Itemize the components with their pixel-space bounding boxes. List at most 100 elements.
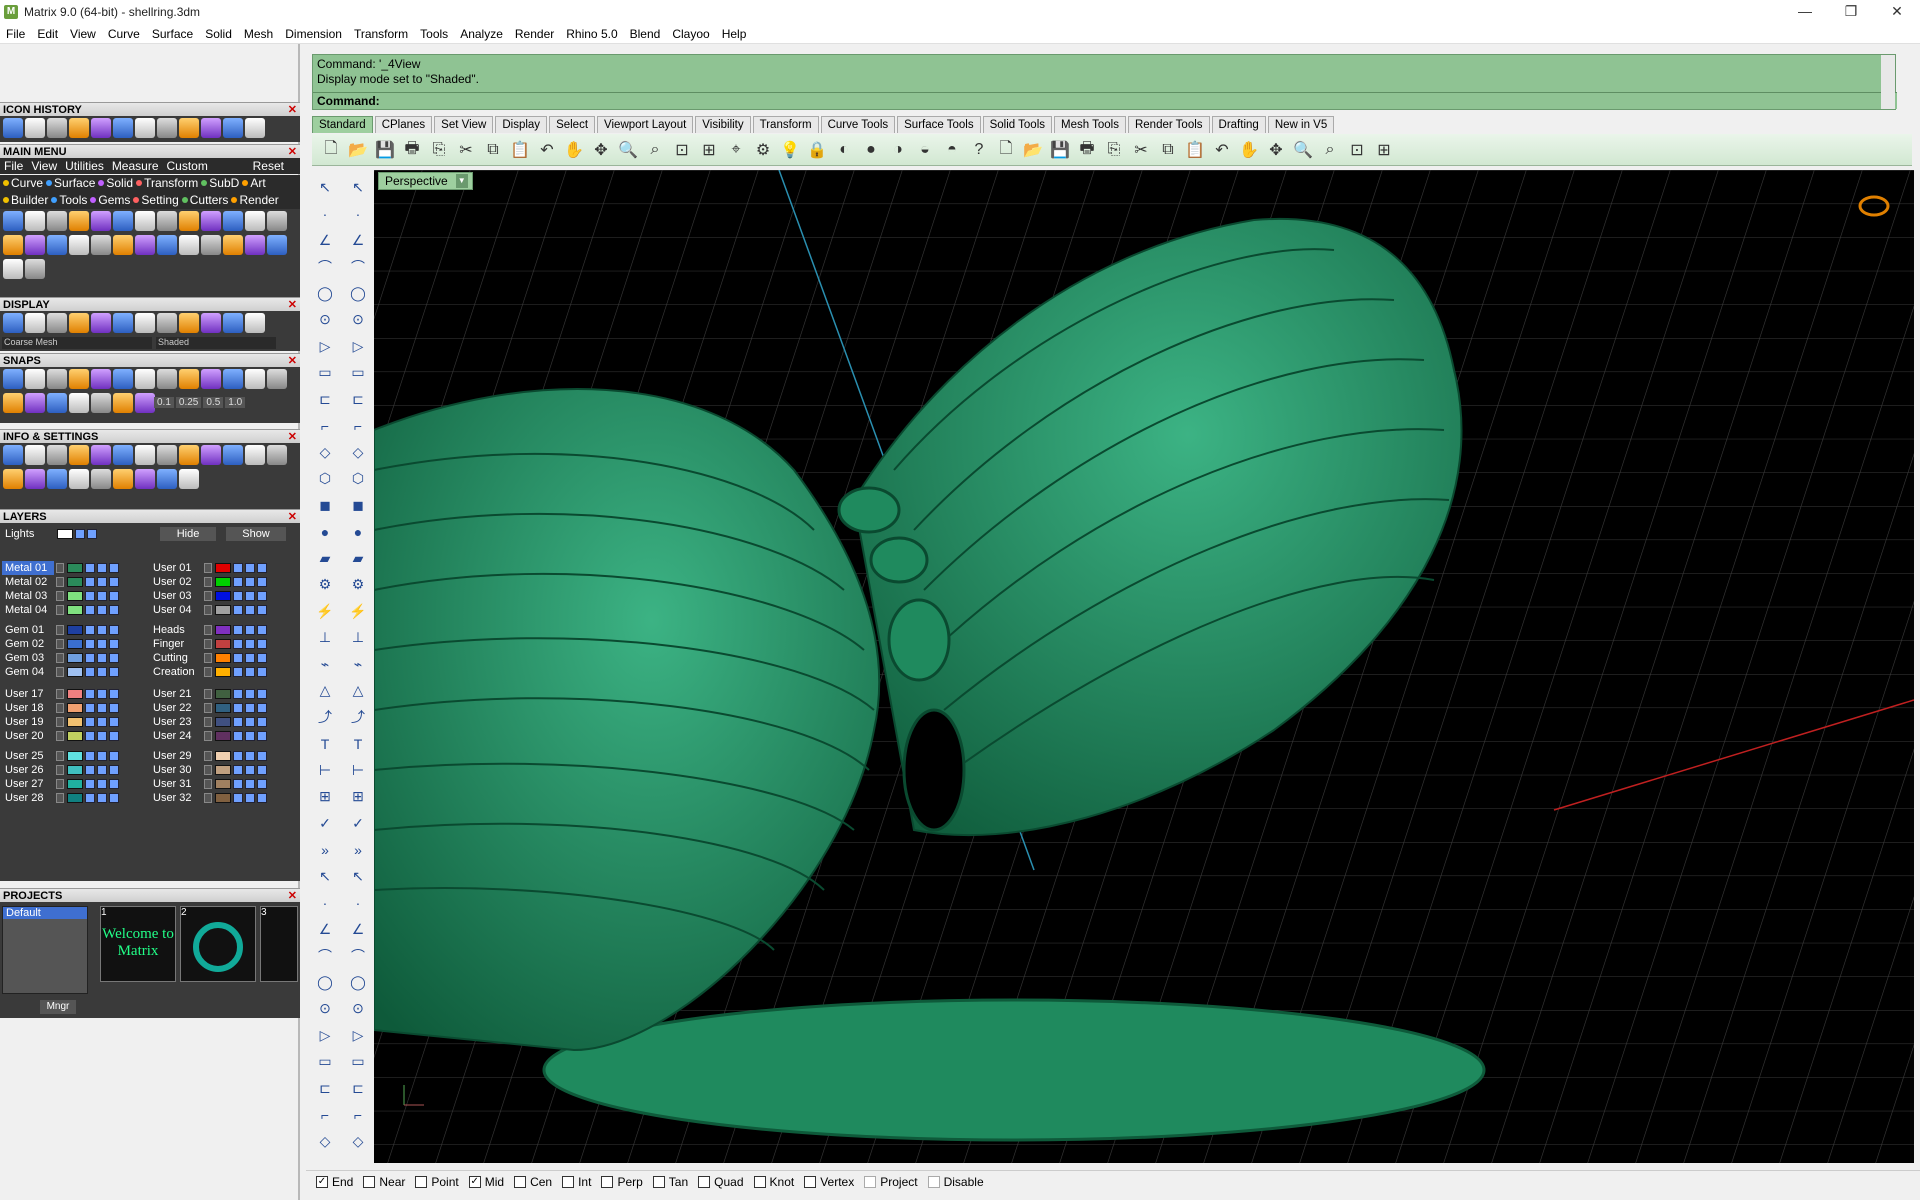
- display-tool-icon[interactable]: [179, 313, 199, 333]
- lock-icon[interactable]: [233, 577, 243, 587]
- close-icon[interactable]: ✕: [288, 430, 297, 444]
- side-tool-icon[interactable]: ⌁: [347, 653, 369, 675]
- layer-name[interactable]: User 17: [2, 687, 54, 701]
- layer-color-swatch[interactable]: [215, 639, 231, 649]
- environment-icon[interactable]: ◒: [914, 139, 936, 161]
- layer-color-swatch[interactable]: [215, 751, 231, 761]
- checkbox[interactable]: [698, 1175, 711, 1188]
- project-default-item[interactable]: Default: [3, 907, 87, 919]
- new-file-icon[interactable]: 🗋: [320, 139, 342, 161]
- visibility-icon[interactable]: [245, 591, 255, 601]
- layer-name[interactable]: Gem 04: [2, 665, 54, 679]
- category-item[interactable]: Art: [250, 176, 265, 190]
- layer-row[interactable]: User 03: [150, 589, 267, 603]
- osnap-mid[interactable]: ✓ Mid: [468, 1175, 504, 1189]
- snap-tool-icon[interactable]: [223, 369, 243, 389]
- menu-tool-icon[interactable]: [3, 259, 23, 279]
- side-tool-icon[interactable]: ⌒: [347, 256, 369, 278]
- reset-button[interactable]: Reset: [253, 158, 284, 174]
- project-list[interactable]: Default: [2, 906, 88, 994]
- settings-tool-icon[interactable]: [179, 445, 199, 465]
- settings-tool-icon[interactable]: [179, 469, 199, 489]
- menu-tool-icon[interactable]: [245, 235, 265, 255]
- display-tool-icon[interactable]: [223, 313, 243, 333]
- main-menu-tab[interactable]: View: [31, 159, 57, 173]
- current-layer-icon[interactable]: [109, 751, 119, 761]
- current-layer-icon[interactable]: [109, 639, 119, 649]
- side-tool-icon[interactable]: ◇: [347, 441, 369, 463]
- lock-icon[interactable]: [85, 793, 95, 803]
- current-layer-icon[interactable]: [257, 563, 267, 573]
- command-prompt[interactable]: Command:: [313, 92, 1897, 109]
- snap-value-button[interactable]: 0.5: [203, 397, 224, 408]
- menu-tool-icon[interactable]: [179, 235, 199, 255]
- layer-color-swatch[interactable]: [215, 577, 231, 587]
- expand-arrow-icon[interactable]: [56, 591, 64, 601]
- chevron-down-icon[interactable]: ▼: [455, 174, 468, 188]
- settings-tool-icon[interactable]: [157, 469, 177, 489]
- osnap-vertex[interactable]: Vertex: [804, 1175, 854, 1189]
- menu-item[interactable]: Dimension: [279, 27, 348, 41]
- menu-item[interactable]: Edit: [31, 27, 64, 41]
- paste-icon[interactable]: ⧉: [1157, 139, 1179, 161]
- layer-row[interactable]: User 02: [150, 575, 267, 589]
- toolbar-tab[interactable]: Set View: [434, 115, 494, 133]
- history-tool-icon[interactable]: [47, 118, 67, 138]
- current-layer-icon[interactable]: [109, 625, 119, 635]
- layer-name[interactable]: Gem 01: [2, 623, 54, 637]
- side-tool-icon[interactable]: ⊏: [347, 1077, 369, 1099]
- snap-tool-icon[interactable]: [157, 369, 177, 389]
- layer-row[interactable]: User 22: [150, 701, 267, 715]
- layer-color-swatch[interactable]: [67, 667, 83, 677]
- project-thumbnail-1[interactable]: 1 Welcome to Matrix: [100, 906, 176, 982]
- expand-arrow-icon[interactable]: [204, 731, 212, 741]
- layer-row[interactable]: User 04: [150, 603, 267, 617]
- display-tool-icon[interactable]: [69, 313, 89, 333]
- move-icon[interactable]: ✥: [1265, 139, 1287, 161]
- open-file-icon[interactable]: 📂: [347, 139, 369, 161]
- layer-name[interactable]: User 18: [2, 701, 54, 715]
- lock-icon[interactable]: [85, 703, 95, 713]
- close-icon[interactable]: ✕: [288, 510, 297, 524]
- current-layer-icon[interactable]: [257, 779, 267, 789]
- snap-tool-icon[interactable]: [3, 393, 23, 413]
- print-icon[interactable]: 🖶: [1076, 139, 1098, 161]
- menu-tool-icon[interactable]: [91, 235, 111, 255]
- side-tool-icon[interactable]: ▰: [347, 547, 369, 569]
- snap-tool-icon[interactable]: [179, 369, 199, 389]
- display-tool-icon[interactable]: [201, 313, 221, 333]
- hide-button[interactable]: Hide: [160, 527, 216, 541]
- expand-arrow-icon[interactable]: [204, 667, 212, 677]
- osnap-quad[interactable]: Quad: [698, 1175, 744, 1189]
- clipboard-icon[interactable]: 📋: [1184, 139, 1206, 161]
- current-layer-icon[interactable]: [257, 605, 267, 615]
- menu-tool-icon[interactable]: [201, 235, 221, 255]
- layer-row[interactable]: Finger: [150, 637, 267, 651]
- settings-tool-icon[interactable]: [201, 445, 221, 465]
- snap-tool-icon[interactable]: [113, 393, 133, 413]
- menu-item[interactable]: Help: [716, 27, 753, 41]
- visibility-icon[interactable]: [97, 793, 107, 803]
- side-tool-icon[interactable]: ⤴: [347, 706, 369, 728]
- snap-tool-icon[interactable]: [47, 369, 67, 389]
- snap-tool-icon[interactable]: [69, 393, 89, 413]
- side-tool-icon[interactable]: ⬡: [347, 468, 369, 490]
- side-tool-icon[interactable]: ⊙: [314, 309, 336, 331]
- side-tool-icon[interactable]: ◯: [314, 282, 336, 304]
- layer-name[interactable]: User 04: [150, 603, 202, 617]
- lock-icon[interactable]: [85, 625, 95, 635]
- layer-color-swatch[interactable]: [215, 625, 231, 635]
- menu-item[interactable]: Curve: [102, 27, 146, 41]
- color-swatch[interactable]: [57, 529, 73, 539]
- history-tool-icon[interactable]: [69, 118, 89, 138]
- side-tool-icon[interactable]: ⊏: [314, 1077, 336, 1099]
- menu-tool-icon[interactable]: [135, 211, 155, 231]
- menu-item[interactable]: Tools: [414, 27, 454, 41]
- layer-row[interactable]: User 20: [2, 729, 119, 743]
- lock-icon[interactable]: [85, 717, 95, 727]
- layer-name[interactable]: User 20: [2, 729, 54, 743]
- side-tool-icon[interactable]: ◼: [314, 494, 336, 516]
- layer-row[interactable]: User 23: [150, 715, 267, 729]
- settings-tool-icon[interactable]: [91, 445, 111, 465]
- side-tool-icon[interactable]: ∠: [347, 918, 369, 940]
